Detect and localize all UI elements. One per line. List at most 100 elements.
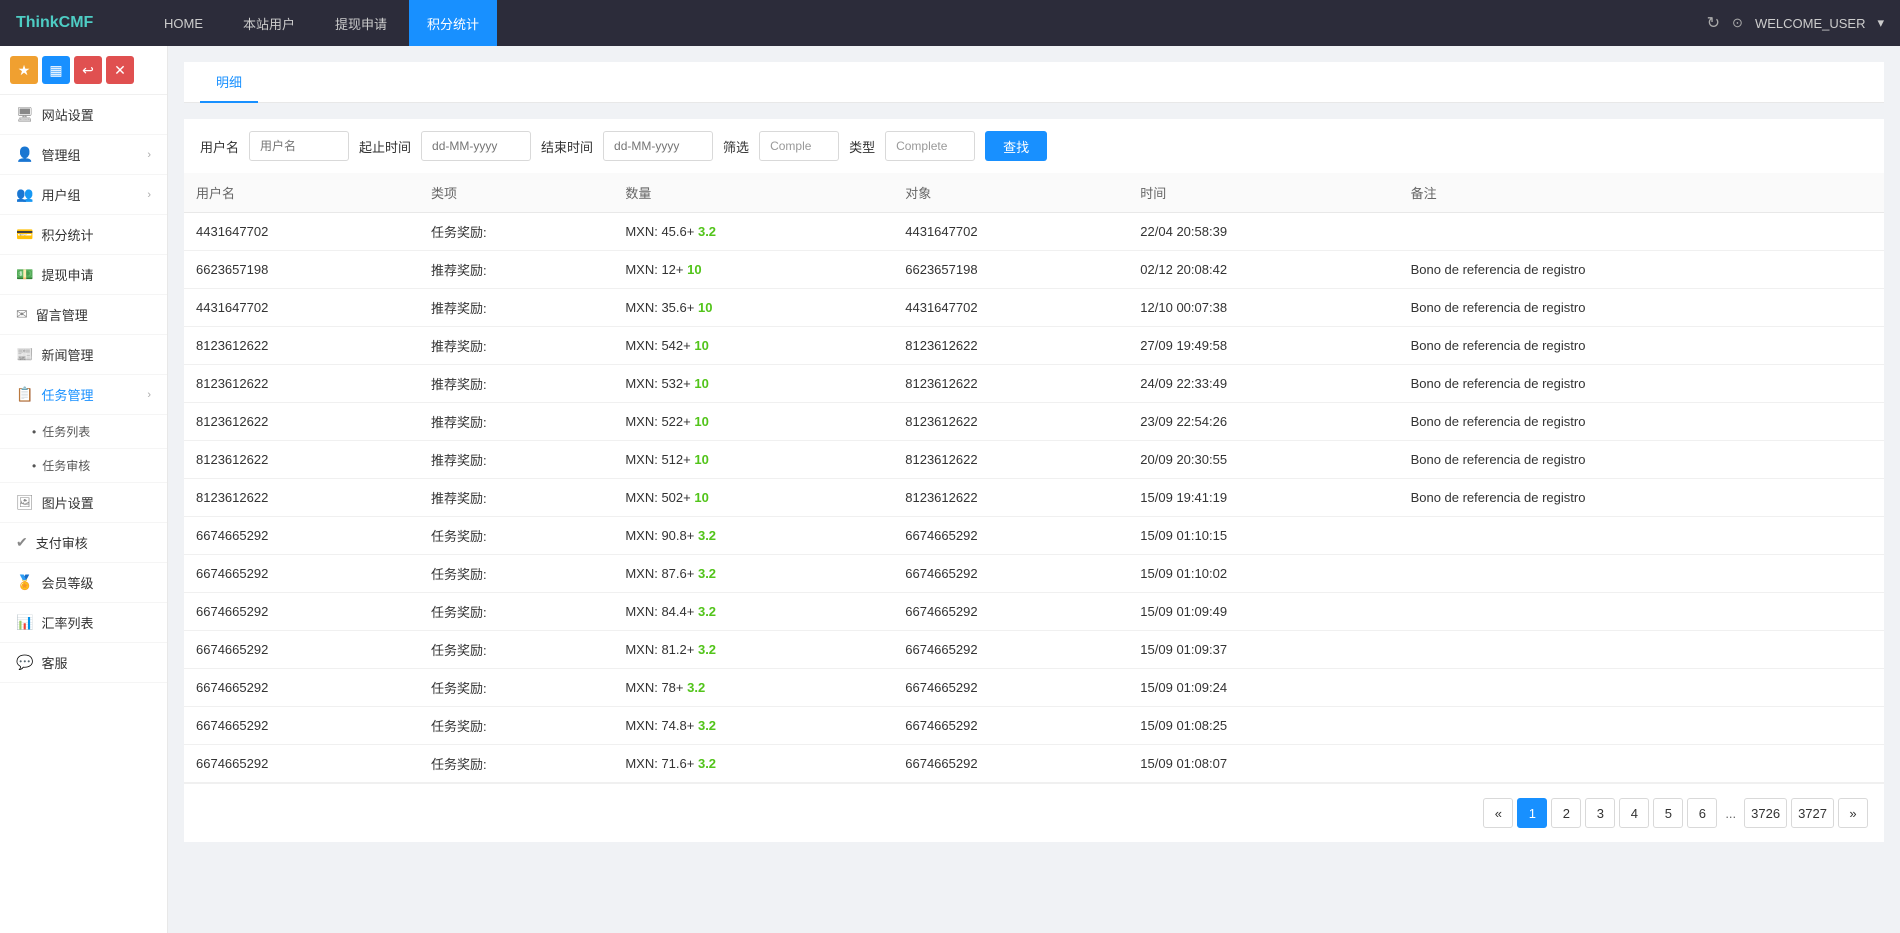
page-4-button[interactable]: 4 <box>1619 798 1649 828</box>
cell-target: 4431647702 <box>893 213 1128 251</box>
sidebar-item-admin-group[interactable]: 👤 管理组 › <box>0 135 167 175</box>
cell-amount: MXN: 502+ 10 <box>613 479 893 517</box>
sidebar: ★ ▦ ↩ ✕ 🖥 网站设置 👤 管理组 › 👥 用户组 › 💳 积分统计 <box>0 46 168 933</box>
cell-amount: MXN: 84.4+ 3.2 <box>613 593 893 631</box>
header-right: ↻ ⊙ WELCOME_USER ▾ <box>1707 13 1884 33</box>
cell-target: 8123612622 <box>893 479 1128 517</box>
page-prev-button[interactable]: « <box>1483 798 1513 828</box>
sidebar-item-images[interactable]: 🖼 图片设置 <box>0 483 167 523</box>
cell-amount: MXN: 81.2+ 3.2 <box>613 631 893 669</box>
sidebar-item-exchange-rate[interactable]: 📊 汇率列表 <box>0 603 167 643</box>
sidebar-item-user-group[interactable]: 👥 用户组 › <box>0 175 167 215</box>
end-time-label: 结束时间 <box>541 137 593 156</box>
cell-remark <box>1399 517 1884 555</box>
sidebar-item-member-level[interactable]: 🏅 会员等级 <box>0 563 167 603</box>
cell-category: 推荐奖励: <box>419 327 613 365</box>
sidebar-item-task-review[interactable]: • 任务审核 <box>0 449 167 483</box>
page-1-button[interactable]: 1 <box>1517 798 1547 828</box>
brand-logo: ThinkCMF <box>16 14 116 32</box>
sidebar-item-news[interactable]: 📰 新闻管理 <box>0 335 167 375</box>
table-row: 4431647702任务奖励:MXN: 45.6+ 3.244316477022… <box>184 213 1884 251</box>
cell-remark <box>1399 213 1884 251</box>
sidebar-item-messages[interactable]: ✉ 留言管理 <box>0 295 167 335</box>
cell-time: 15/09 01:10:15 <box>1128 517 1398 555</box>
sidebar-item-payment-review[interactable]: ✔ 支付审核 <box>0 523 167 563</box>
cell-time: 22/04 20:58:39 <box>1128 213 1398 251</box>
start-time-input[interactable] <box>421 131 531 161</box>
end-time-input[interactable] <box>603 131 713 161</box>
cell-username: 8123612622 <box>184 479 419 517</box>
sidebar-back-button[interactable]: ↩ <box>74 56 102 84</box>
page-5-button[interactable]: 5 <box>1653 798 1683 828</box>
admin-icon: 👤 <box>16 146 33 163</box>
main-layout: ★ ▦ ↩ ✕ 🖥 网站设置 👤 管理组 › 👥 用户组 › 💳 积分统计 <box>0 46 1900 933</box>
cell-time: 23/09 22:54:26 <box>1128 403 1398 441</box>
cell-target: 8123612622 <box>893 403 1128 441</box>
sidebar-label-payment: 支付审核 <box>36 533 88 552</box>
cell-username: 6674665292 <box>184 631 419 669</box>
medal-icon: 🏅 <box>16 574 33 591</box>
cell-remark: Bono de referencia de registro <box>1399 479 1884 517</box>
table-row: 6674665292任务奖励:MXN: 81.2+ 3.266746652921… <box>184 631 1884 669</box>
cell-category: 任务奖励: <box>419 593 613 631</box>
page-3726-button[interactable]: 3726 <box>1744 798 1787 828</box>
username-label: 用户名 <box>200 137 239 156</box>
cell-username: 6674665292 <box>184 745 419 783</box>
cell-amount: MXN: 74.8+ 3.2 <box>613 707 893 745</box>
start-time-label: 起止时间 <box>359 137 411 156</box>
refresh-icon[interactable]: ↻ <box>1707 13 1720 33</box>
page-3727-button[interactable]: 3727 <box>1791 798 1834 828</box>
sidebar-label-users: 用户组 <box>41 185 80 204</box>
cell-category: 任务奖励: <box>419 555 613 593</box>
tab-detail[interactable]: 明细 <box>200 62 258 103</box>
sidebar-label-tasks: 任务管理 <box>41 385 93 404</box>
cell-username: 6674665292 <box>184 593 419 631</box>
cell-username: 8123612622 <box>184 365 419 403</box>
sidebar-label-support: 客服 <box>41 653 67 672</box>
cell-username: 6674665292 <box>184 707 419 745</box>
cell-target: 6674665292 <box>893 517 1128 555</box>
cell-remark <box>1399 555 1884 593</box>
table-row: 6674665292任务奖励:MXN: 78+ 3.2667466529215/… <box>184 669 1884 707</box>
sidebar-label-task-review: 任务审核 <box>42 457 90 474</box>
cell-target: 6674665292 <box>893 631 1128 669</box>
sidebar-label-withdrawal: 提现申请 <box>41 265 93 284</box>
nav-users[interactable]: 本站用户 <box>225 0 313 46</box>
page-3-button[interactable]: 3 <box>1585 798 1615 828</box>
th-time: 时间 <box>1128 173 1398 213</box>
page-next-button[interactable]: » <box>1838 798 1868 828</box>
table-row: 8123612622推荐奖励:MXN: 542+ 10812361262227/… <box>184 327 1884 365</box>
nav-home[interactable]: HOME <box>146 0 221 46</box>
sidebar-layout-button[interactable]: ▦ <box>42 56 70 84</box>
search-button[interactable]: 查找 <box>985 131 1047 161</box>
page-2-button[interactable]: 2 <box>1551 798 1581 828</box>
user-dropdown-icon[interactable]: ▾ <box>1877 15 1884 31</box>
sidebar-star-button[interactable]: ★ <box>10 56 38 84</box>
username-input[interactable] <box>249 131 349 161</box>
cell-category: 任务奖励: <box>419 669 613 707</box>
sidebar-item-task-list[interactable]: • 任务列表 <box>0 415 167 449</box>
sidebar-close-button[interactable]: ✕ <box>106 56 134 84</box>
sidebar-item-website-settings[interactable]: 🖥 网站设置 <box>0 95 167 135</box>
sidebar-item-tasks[interactable]: 📋 任务管理 › <box>0 375 167 415</box>
nav-points[interactable]: 积分统计 <box>409 0 497 46</box>
cell-username: 4431647702 <box>184 289 419 327</box>
table-header: 用户名 类项 数量 对象 时间 备注 <box>184 173 1884 213</box>
filter-label: 筛选 <box>723 137 749 156</box>
table-row: 6674665292任务奖励:MXN: 84.4+ 3.266746652921… <box>184 593 1884 631</box>
table-row: 8123612622推荐奖励:MXN: 522+ 10812361262223/… <box>184 403 1884 441</box>
chevron-right-icon: › <box>147 149 151 161</box>
sidebar-item-withdrawal[interactable]: 💵 提现申请 <box>0 255 167 295</box>
image-icon: 🖼 <box>16 494 34 511</box>
type-value-input[interactable] <box>885 131 975 161</box>
chart-icon: 📊 <box>16 614 33 631</box>
card-icon: 💳 <box>16 226 33 243</box>
sidebar-item-support[interactable]: 💬 客服 <box>0 643 167 683</box>
sidebar-item-points[interactable]: 💳 积分统计 <box>0 215 167 255</box>
cell-remark <box>1399 745 1884 783</box>
filter-value-input[interactable] <box>759 131 839 161</box>
table-row: 8123612622推荐奖励:MXN: 512+ 10812361262220/… <box>184 441 1884 479</box>
page-6-button[interactable]: 6 <box>1687 798 1717 828</box>
nav-withdrawal[interactable]: 提现申请 <box>317 0 405 46</box>
cell-time: 20/09 20:30:55 <box>1128 441 1398 479</box>
